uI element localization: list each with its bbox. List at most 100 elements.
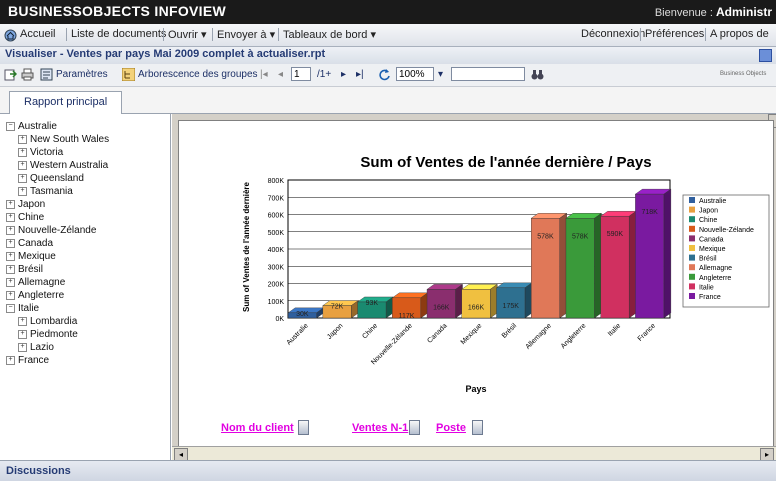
expand-icon[interactable]: + <box>18 186 27 196</box>
bar-5: 166K <box>461 283 498 319</box>
data-label: 93K <box>366 300 379 307</box>
expand-icon[interactable]: + <box>18 342 27 352</box>
tree-item[interactable]: + Canada <box>6 238 53 250</box>
tree-item[interactable]: + Queensland <box>18 173 84 185</box>
sort-icon[interactable] <box>472 420 483 435</box>
expand-icon[interactable]: + <box>18 173 27 183</box>
zoom-select[interactable] <box>396 67 434 81</box>
tab-main-report[interactable]: Rapport principal <box>9 91 123 114</box>
expand-icon[interactable]: + <box>6 238 15 248</box>
group-tree-icon[interactable] <box>122 68 135 81</box>
tree-item[interactable]: + Japon <box>6 199 45 211</box>
viewer-toolbar: Paramètres Arborescence des groupes |◂ ◂… <box>0 64 776 87</box>
tree-item[interactable]: + France <box>6 355 49 367</box>
tree-item[interactable]: + New South Wales <box>18 134 109 146</box>
expand-icon[interactable]: + <box>18 160 27 170</box>
zoom-dropdown-button[interactable]: ▾ <box>438 69 443 80</box>
field-sales-last-year[interactable]: Ventes N-1 <box>352 422 408 434</box>
tree-item[interactable]: + Nouvelle-Zélande <box>6 225 96 237</box>
group-tree-button[interactable]: Arborescence des groupes <box>138 69 258 80</box>
menu-document-list[interactable]: Liste de documents <box>71 28 166 40</box>
x-tick-label: France <box>637 322 657 342</box>
tree-item[interactable]: + Mexique <box>6 251 56 263</box>
menu-home[interactable]: Accueil <box>20 28 55 40</box>
parameters-icon[interactable] <box>40 68 53 81</box>
tree-item[interactable]: + Angleterre <box>6 290 64 302</box>
tree-item[interactable]: + Piedmonte <box>18 329 78 341</box>
tree-item[interactable]: + Western Australia <box>18 160 108 172</box>
sort-icon[interactable] <box>409 420 420 435</box>
maximize-icon[interactable] <box>759 49 772 62</box>
collapse-icon[interactable]: − <box>6 303 15 313</box>
y-tick-label: 0K <box>275 316 284 323</box>
tree-item[interactable]: + Allemagne <box>6 277 65 289</box>
expand-icon[interactable]: + <box>6 199 15 209</box>
tree-item[interactable]: + Lombardia <box>18 316 77 328</box>
binoculars-icon[interactable] <box>531 68 544 81</box>
tree-item[interactable]: + Tasmania <box>18 186 73 198</box>
tree-item[interactable]: + Brésil <box>6 264 43 276</box>
app-title-bar: BUSINESSOBJECTS INFOVIEW Bienvenue : Adm… <box>0 0 776 24</box>
tree-item[interactable]: + Chine <box>6 212 44 224</box>
expand-icon[interactable]: + <box>6 355 15 365</box>
horizontal-scrollbar[interactable]: ◂ ▸ <box>172 446 776 461</box>
home-icon[interactable] <box>4 29 17 42</box>
tree-item[interactable]: − Australie <box>6 121 57 133</box>
menu-about[interactable]: A propos de <box>710 28 769 40</box>
tree-item-label: Australie <box>18 121 57 132</box>
expand-icon[interactable]: + <box>6 277 15 287</box>
parameters-button[interactable]: Paramètres <box>56 69 108 80</box>
tree-item[interactable]: − Italie <box>6 303 39 315</box>
expand-icon[interactable]: + <box>6 290 15 300</box>
menu-separator <box>278 28 279 41</box>
field-client-name[interactable]: Nom du client <box>221 422 294 434</box>
expand-icon[interactable]: + <box>18 147 27 157</box>
last-page-button[interactable]: ▸| <box>356 69 364 80</box>
x-tick-label: Brésil <box>501 322 519 340</box>
discussions-bar: Discussions <box>0 460 776 481</box>
expand-icon[interactable]: + <box>6 212 15 222</box>
tree-item-label: Italie <box>18 303 40 314</box>
data-label: 30K <box>296 311 309 318</box>
expand-icon[interactable]: + <box>18 329 27 339</box>
expand-icon[interactable]: + <box>18 316 27 326</box>
data-label: 72K <box>331 304 344 311</box>
tree-item[interactable]: + Victoria <box>18 147 63 159</box>
legend-entry: Nouvelle-Zélande <box>699 227 754 234</box>
menu-dashboards[interactable]: Tableaux de bord ▾ <box>283 28 376 41</box>
collapse-icon[interactable]: − <box>6 121 15 131</box>
y-tick-label: 400K <box>268 247 285 254</box>
discussions-label[interactable]: Discussions <box>6 465 71 477</box>
page-number-input[interactable] <box>291 67 311 81</box>
expand-icon[interactable]: + <box>18 134 27 144</box>
menu-separator <box>705 28 706 41</box>
bar-side <box>559 212 567 319</box>
legend-swatch <box>689 216 695 223</box>
export-icon[interactable] <box>4 68 17 81</box>
tree-item-label: Lazio <box>30 342 54 353</box>
chart-y-axis: 0K 100K 200K 300K 400K 500K 600K 700K 800K <box>268 178 285 323</box>
expand-icon[interactable]: + <box>6 251 15 261</box>
menu-preferences[interactable]: Préférences <box>645 28 704 40</box>
bar-2: 93K <box>356 296 394 319</box>
print-icon[interactable] <box>21 68 34 81</box>
sort-icon[interactable] <box>298 420 309 435</box>
expand-icon[interactable]: + <box>6 264 15 274</box>
first-page-button[interactable]: |◂ <box>260 69 268 80</box>
welcome-user[interactable]: Administr <box>716 5 772 19</box>
next-page-button[interactable]: ▸ <box>341 69 346 80</box>
x-tick-label: Canada <box>426 322 448 344</box>
menu-separator <box>66 28 67 41</box>
field-position[interactable]: Poste <box>436 422 466 434</box>
expand-icon[interactable]: + <box>6 225 15 235</box>
search-input[interactable] <box>451 67 525 81</box>
menu-send-to[interactable]: Envoyer à ▾ <box>217 28 275 41</box>
previous-page-button[interactable]: ◂ <box>278 69 283 80</box>
welcome-label: Bienvenue : <box>654 7 713 19</box>
refresh-icon[interactable] <box>378 68 391 81</box>
tree-item[interactable]: + Lazio <box>18 342 54 354</box>
bar-4: 166K <box>426 283 464 319</box>
menu-open[interactable]: Ouvrir ▾ <box>168 28 207 41</box>
menu-logout[interactable]: Déconnexion <box>581 28 645 40</box>
document-title: Visualiser - Ventes par pays Mai 2009 co… <box>5 48 326 60</box>
